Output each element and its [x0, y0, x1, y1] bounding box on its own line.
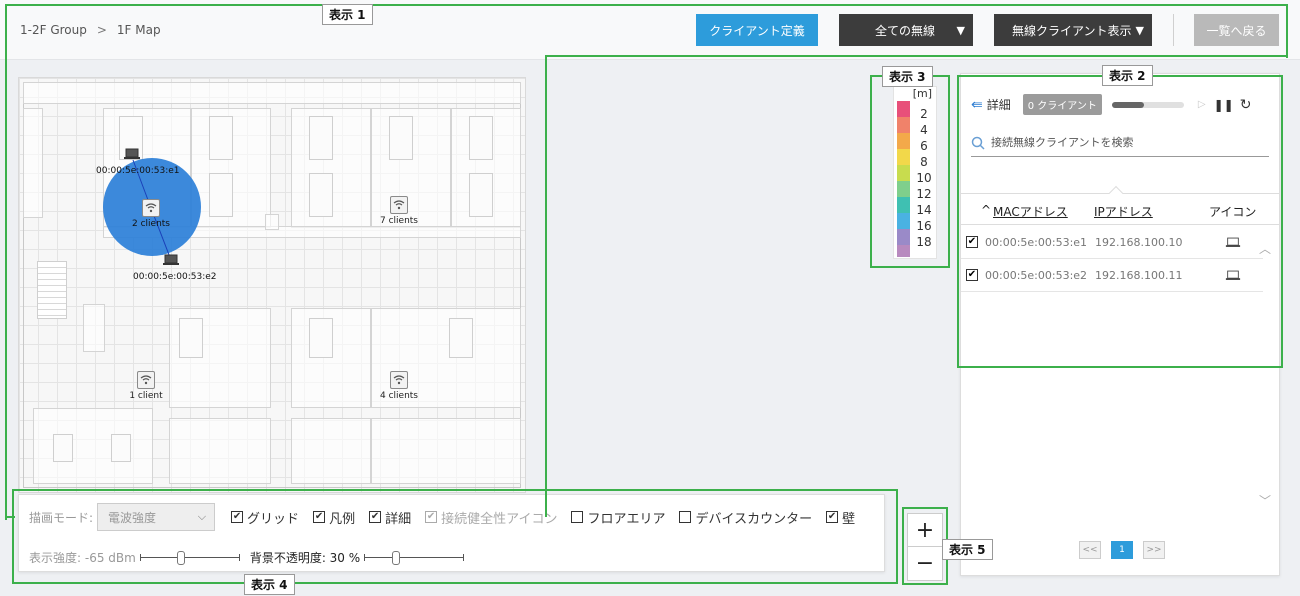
annotation-box-1-mid: [545, 55, 1288, 57]
annotation-label-2: 表示 2: [1102, 65, 1153, 86]
annotation-label-4: 表示 4: [244, 574, 295, 595]
client-mac-label: 00:00:5e:00:53:e1: [96, 166, 180, 176]
first-page-button[interactable]: <<: [1079, 541, 1101, 559]
laptop-icon[interactable]: [162, 254, 180, 266]
client-mac-label: 00:00:5e:00:53:e2: [133, 272, 217, 282]
annotation-box-1-top: [5, 4, 1288, 58]
page-1-button[interactable]: 1: [1111, 541, 1133, 559]
wifi-icon[interactable]: [390, 196, 408, 214]
annotation-box-4: [12, 489, 898, 584]
next-page-button[interactable]: >>: [1143, 541, 1165, 559]
wifi-icon[interactable]: [137, 371, 155, 389]
scroll-down-icon[interactable]: ﹀: [1259, 492, 1271, 509]
annotation-label-1: 表示 1: [322, 4, 373, 25]
ap-client-count: 2 clients: [132, 219, 170, 229]
annotation-box-1-right: [545, 55, 547, 517]
annotation-box-2: [957, 75, 1283, 368]
wifi-icon[interactable]: [142, 199, 160, 217]
pagination: << 1 >>: [1079, 541, 1165, 559]
ap-client-count: 1 client: [129, 391, 163, 401]
ap-client-count: 4 clients: [380, 391, 418, 401]
annotation-label-5: 表示 5: [942, 539, 993, 560]
floor-map[interactable]: 2 clients 7 clients 1 client 4 clients 0…: [18, 77, 526, 493]
laptop-icon[interactable]: [123, 148, 141, 160]
annotation-label-3: 表示 3: [882, 66, 933, 87]
ap-client-count: 7 clients: [380, 216, 418, 226]
client-link-lines: [132, 159, 172, 261]
annotation-box-1-left: [5, 4, 7, 520]
wifi-icon[interactable]: [390, 371, 408, 389]
annotation-box-3: [870, 75, 950, 268]
